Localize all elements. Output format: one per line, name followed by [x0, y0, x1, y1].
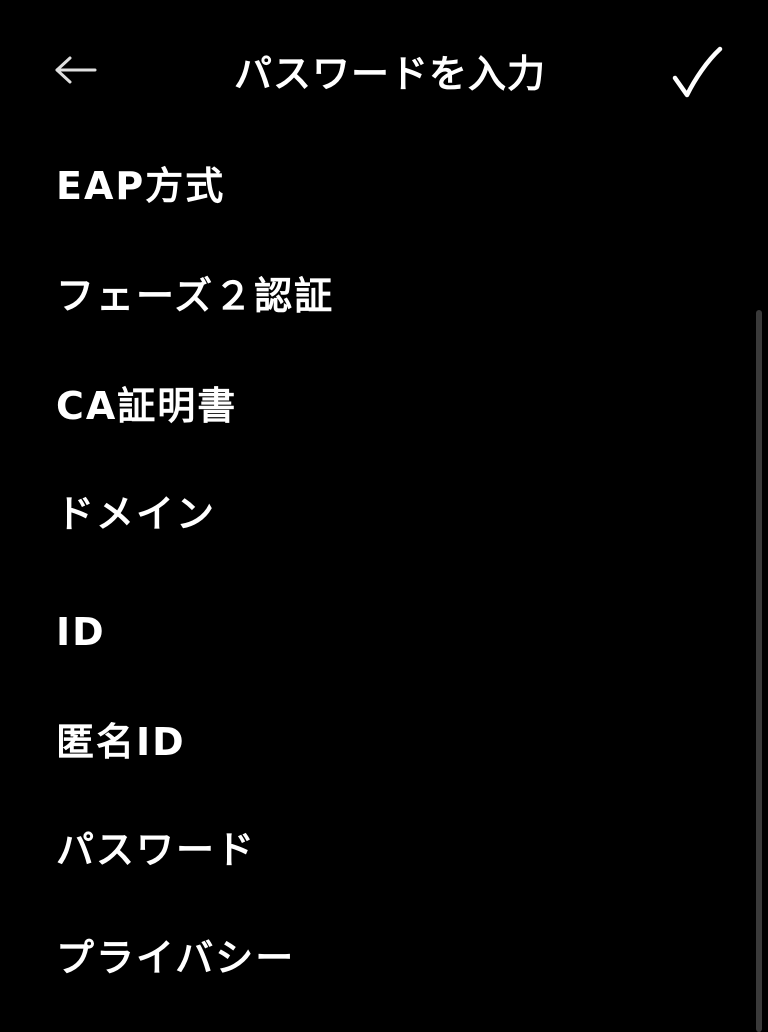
settings-item-label: ドメイン — [56, 492, 217, 536]
header-bar: パスワードを入力 — [0, 0, 768, 150]
settings-item-label: CA証明書 — [56, 384, 238, 428]
settings-item-label: EAP方式 — [56, 164, 226, 208]
settings-item-identity[interactable]: ID — [0, 576, 752, 684]
scrollbar[interactable] — [756, 310, 762, 1032]
page-title: パスワードを入力 — [233, 52, 546, 96]
arrow-left-icon — [55, 56, 97, 84]
settings-item-ca-certificate[interactable]: CA証明書 — [0, 350, 752, 458]
confirm-button[interactable] — [664, 40, 730, 106]
settings-item-label: フェーズ２認証 — [56, 274, 335, 318]
settings-list: EAP方式 フェーズ２認証 CA証明書 ドメイン ID 匿名ID パスワード プ… — [0, 130, 752, 1032]
settings-item-phase2-auth[interactable]: フェーズ２認証 — [0, 240, 752, 348]
settings-item-anonymous-identity[interactable]: 匿名ID — [0, 686, 752, 794]
settings-item-password[interactable]: パスワード — [0, 794, 752, 902]
checkmark-icon — [672, 46, 723, 98]
settings-item-domain[interactable]: ドメイン — [0, 458, 752, 566]
settings-item-label: プライバシー — [56, 936, 296, 980]
settings-item-label: 匿名ID — [56, 720, 186, 764]
settings-item-label: ID — [56, 610, 106, 654]
wifi-eap-settings-screen: パスワードを入力 EAP方式 フェーズ２認証 CA証明書 ドメイン ID 匿名I… — [0, 0, 768, 1032]
settings-item-privacy[interactable]: プライバシー — [0, 902, 752, 1010]
settings-item-label: パスワード — [56, 828, 257, 872]
back-button[interactable] — [44, 42, 108, 98]
settings-item-eap-method[interactable]: EAP方式 — [0, 130, 752, 238]
